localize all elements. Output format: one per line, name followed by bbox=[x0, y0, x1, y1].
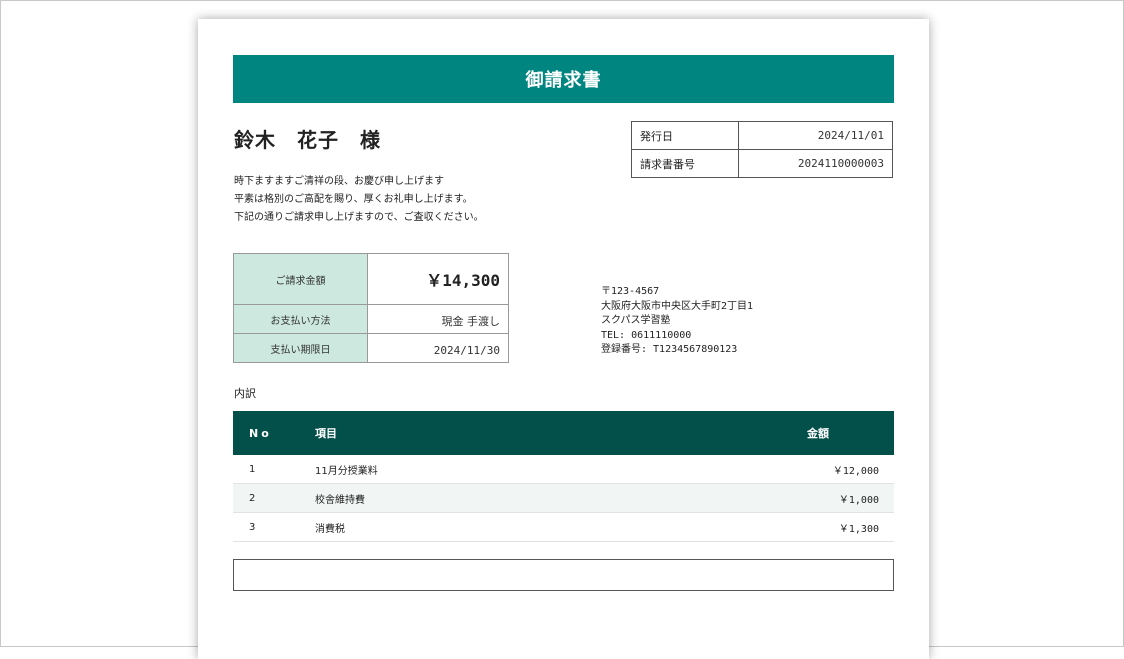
breakdown-header-row: No 項目 金額 bbox=[233, 411, 894, 455]
payment-method-value: 現金 手渡し bbox=[441, 314, 501, 328]
due-date-label: 支払い期限日 bbox=[233, 333, 368, 363]
customer-name: 鈴木 花子 様 bbox=[234, 128, 381, 152]
issue-date-label: 発行日 bbox=[630, 121, 740, 150]
row-item: 校舎維持費 bbox=[314, 483, 807, 513]
breakdown-label: 内訳 bbox=[234, 387, 256, 400]
due-date-cell: 2024/11/30 bbox=[367, 333, 509, 363]
greeting-line: 平素は格別のご高配を賜り、厚くお礼申し上げます。 bbox=[234, 194, 473, 205]
payment-summary-table: ご請求金額 ￥14,300 お支払い方法 現金 手渡し 支払い期限日 2024/… bbox=[233, 253, 509, 363]
table-row: 3 消費税 ￥1,300 bbox=[233, 512, 894, 542]
payment-method-label: お支払い方法 bbox=[233, 304, 368, 334]
invoice-number-value: 2024110000003 bbox=[738, 149, 893, 178]
invoice-sheet: 御請求書 鈴木 花子 様 時下ますますご清祥の段、お慶び申し上げます 平素は格別… bbox=[198, 19, 929, 659]
invoice-number-label: 請求書番号 bbox=[630, 149, 740, 178]
issuer-postal: 〒123-4567 bbox=[601, 286, 660, 297]
greeting-line: 下記の通りご請求申し上げますので、ご査収ください。 bbox=[234, 212, 484, 223]
due-date-row: 支払い期限日 2024/11/30 bbox=[233, 333, 509, 363]
row-amount: ￥12,000 bbox=[807, 455, 894, 484]
invoice-number-row: 請求書番号 2024110000003 bbox=[630, 149, 893, 178]
row-item: 消費税 bbox=[314, 512, 807, 542]
payment-method-row: お支払い方法 現金 手渡し bbox=[233, 304, 509, 334]
issue-date-row: 発行日 2024/11/01 bbox=[630, 121, 893, 150]
amount-label: ご請求金額 bbox=[233, 253, 368, 305]
header-no: No bbox=[233, 411, 314, 455]
row-no: 3 bbox=[233, 512, 314, 542]
amount-cell: ￥14,300 bbox=[367, 253, 509, 305]
issuer-name: スクパス学習塾 bbox=[601, 315, 671, 326]
greeting-line: 時下ますますご清祥の段、お慶び申し上げます bbox=[234, 176, 444, 187]
row-item: 11月分授業料 bbox=[314, 455, 807, 484]
row-no: 1 bbox=[233, 455, 314, 484]
amount-value: ￥14,300 bbox=[426, 271, 500, 290]
issue-date-value: 2024/11/01 bbox=[738, 121, 893, 150]
header-item: 項目 bbox=[314, 411, 807, 455]
header-amount: 金額 bbox=[807, 411, 894, 455]
table-row: 1 11月分授業料 ￥12,000 bbox=[233, 455, 894, 484]
table-row: 2 校舎維持費 ￥1,000 bbox=[233, 483, 894, 513]
due-date-value: 2024/11/30 bbox=[433, 343, 500, 357]
row-amount: ￥1,000 bbox=[807, 483, 894, 513]
row-no: 2 bbox=[233, 483, 314, 513]
viewer-frame: 御請求書 鈴木 花子 様 時下ますますご清祥の段、お慶び申し上げます 平素は格別… bbox=[0, 0, 1124, 659]
greeting-text: 時下ますますご清祥の段、お慶び申し上げます 平素は格別のご高配を賜り、厚くお礼申… bbox=[234, 173, 484, 227]
payment-method-cell: 現金 手渡し bbox=[367, 304, 509, 334]
issuer-address: 大阪府大阪市中央区大手町2丁目1 bbox=[601, 300, 754, 312]
amount-row: ご請求金額 ￥14,300 bbox=[233, 253, 509, 305]
remarks-box bbox=[233, 559, 894, 591]
issuer-registration: 登録番号: T1234567890123 bbox=[601, 344, 738, 355]
issuer-tel: TEL: 0611110000 bbox=[601, 329, 692, 341]
invoice-meta-table: 発行日 2024/11/01 請求書番号 2024110000003 bbox=[630, 121, 893, 178]
invoice-title: 御請求書 bbox=[233, 55, 894, 103]
row-amount: ￥1,300 bbox=[807, 512, 894, 542]
issuer-info: 〒123-4567 大阪府大阪市中央区大手町2丁目1 スクパス学習塾 TEL: … bbox=[601, 285, 753, 358]
breakdown-table: No 項目 金額 1 11月分授業料 ￥12,000 2 校舎維持費 ￥1,00… bbox=[233, 411, 894, 542]
